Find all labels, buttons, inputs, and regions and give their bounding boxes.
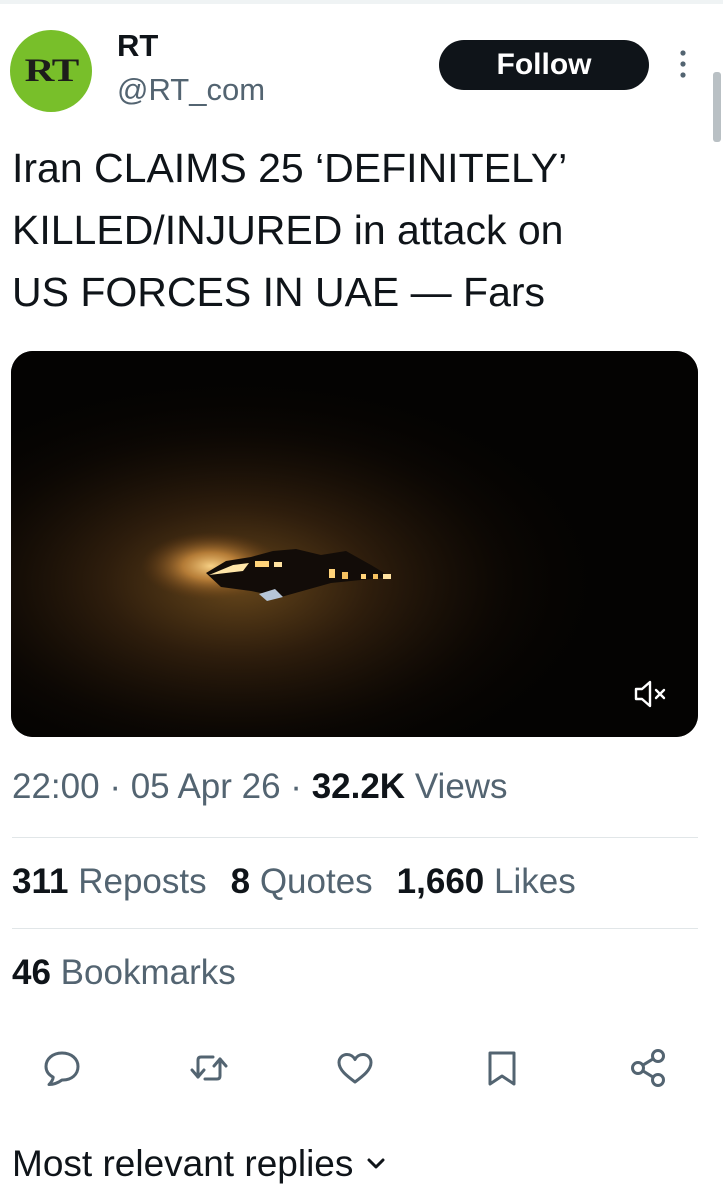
bookmarks-label: Bookmarks <box>60 953 236 992</box>
tweet-time[interactable]: 22:00 <box>12 767 100 806</box>
repost-icon[interactable] <box>187 1046 231 1090</box>
bookmark-icon[interactable] <box>480 1046 524 1090</box>
tweet-text-line: US FORCES IN UAE — Fars <box>12 269 546 315</box>
reposts-stat[interactable]: 311 Reposts <box>12 862 207 901</box>
likes-label: Likes <box>494 862 576 901</box>
divider <box>12 928 698 929</box>
tweet-text-line: Iran CLAIMS 25 ‘DEFINITELY’ <box>12 145 568 191</box>
top-divider <box>0 0 723 4</box>
bookmarks-count: 46 <box>12 953 51 992</box>
tweet-text: Iran CLAIMS 25 ‘DEFINITELY’ KILLED/INJUR… <box>12 137 702 323</box>
chevron-down-icon <box>367 1158 385 1169</box>
reply-icon[interactable] <box>40 1046 84 1090</box>
bookmarks-stat[interactable]: 46 Bookmarks <box>12 953 260 993</box>
likes-stat[interactable]: 1,660 Likes <box>397 862 576 901</box>
quotes-stat[interactable]: 8 Quotes <box>231 862 373 901</box>
share-icon[interactable] <box>627 1046 671 1090</box>
replies-sort-label: Most relevant replies <box>12 1143 354 1184</box>
account-name[interactable]: RT <box>117 28 158 64</box>
follow-button[interactable]: Follow <box>439 40 649 90</box>
likes-count: 1,660 <box>396 862 485 901</box>
views-count: 32.2K <box>311 767 406 806</box>
divider <box>12 837 698 838</box>
tweet-metadata: 22:00 · 05 Apr 26 · 32.2K Views <box>12 767 508 807</box>
replies-sort-dropdown[interactable]: Most relevant replies <box>12 1143 387 1185</box>
like-icon[interactable] <box>333 1046 377 1090</box>
speaker-muted-icon[interactable] <box>633 677 671 711</box>
tweet-date[interactable]: 05 Apr 26 <box>131 767 281 806</box>
reposts-count: 311 <box>12 862 69 901</box>
tweet-video[interactable] <box>11 351 698 737</box>
account-handle[interactable]: @RT_com <box>117 72 265 108</box>
video-frame <box>11 351 698 737</box>
meta-separator: · <box>290 767 302 806</box>
quotes-label: Quotes <box>259 862 373 901</box>
avatar[interactable]: RT <box>10 30 92 112</box>
reposts-label: Reposts <box>78 862 207 901</box>
engagement-stats: 311 Reposts 8 Quotes 1,660 Likes <box>12 862 600 902</box>
quotes-count: 8 <box>230 862 251 901</box>
views-label: Views <box>414 767 508 806</box>
more-options-icon[interactable] <box>673 48 693 80</box>
tweet-text-line: KILLED/INJURED in attack on <box>12 207 564 253</box>
scrollbar-thumb[interactable] <box>713 72 721 142</box>
meta-separator: · <box>109 767 121 806</box>
avatar-logo-text: RT <box>24 52 79 89</box>
